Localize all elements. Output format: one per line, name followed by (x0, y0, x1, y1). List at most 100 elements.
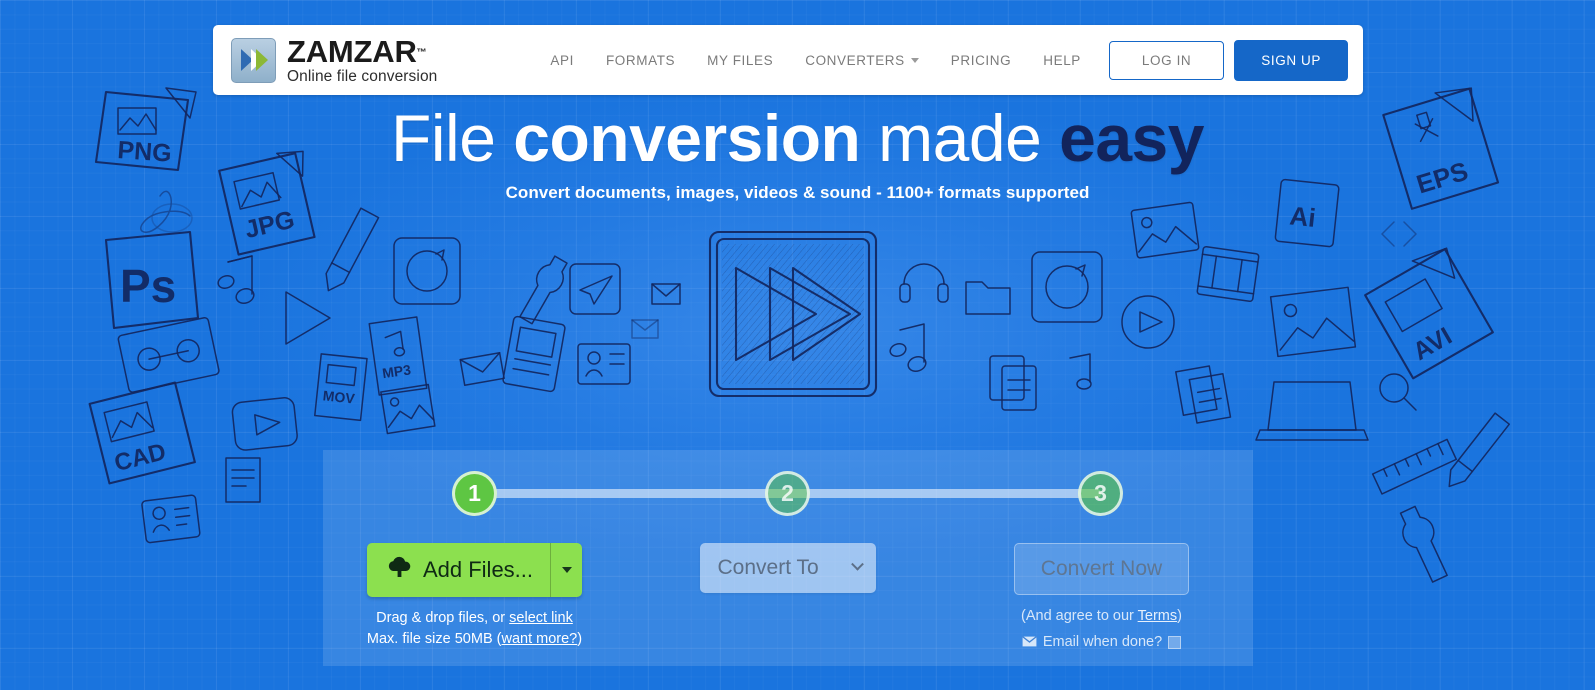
sketch-refresh-right (1031, 251, 1103, 323)
svg-text:MP3: MP3 (381, 361, 412, 381)
site-header: ZAMZAR™ Online file conversion API FORMA… (213, 25, 1363, 95)
zamzar-logo[interactable]: ZAMZAR™ Online file conversion (231, 36, 437, 85)
sketch-pen-right (1448, 412, 1511, 488)
caret-down-icon (561, 567, 572, 573)
sketch-avi-file: AVI (1364, 247, 1494, 380)
step-circle-3[interactable]: 3 (1078, 471, 1123, 516)
sketch-film-box (502, 315, 566, 393)
page-root: PNG JPG Ps MP3 MOV CAD EPS Ai AVI ZAMZAR… (0, 0, 1595, 690)
add-files-button-group[interactable]: Add Files... (366, 543, 583, 597)
fast-forward-sketch-icon (708, 230, 878, 398)
svg-text:MOV: MOV (322, 387, 356, 406)
sketch-mail-lower (631, 319, 659, 339)
nav-item-label: HELP (1043, 52, 1081, 68)
sign-up-button[interactable]: SIGN UP (1234, 39, 1348, 81)
sketch-music-note (217, 255, 255, 304)
sketch-folder-icon (965, 281, 1011, 315)
sketch-photo-frame-right (1269, 286, 1357, 358)
nav-item-formats[interactable]: FORMATS (590, 53, 691, 68)
sketch-envelope-mid (459, 351, 505, 387)
headline-part-2: conversion (513, 101, 861, 175)
max-size-text: Max. file size 50MB ( (366, 631, 502, 648)
convert-to-select[interactable]: Convert To (699, 543, 876, 593)
add-files-button[interactable]: Add Files... (367, 543, 550, 597)
double-chevron-logo-icon (231, 37, 276, 83)
step-circle-1[interactable]: 1 (452, 471, 497, 516)
logo-trademark: ™ (416, 47, 427, 59)
email-when-done-label: Email when done? (1042, 634, 1163, 651)
convert-now-button[interactable]: Convert Now (1013, 543, 1190, 595)
sketch-cassette-icon (117, 316, 220, 393)
step-circle-2[interactable]: 2 (765, 471, 810, 516)
nav-item-label: API (550, 52, 574, 68)
sketch-mp3-file: MP3 (368, 316, 428, 396)
logo-wordmark: ZAMZAR (287, 33, 417, 69)
sketch-contact-card (141, 494, 201, 544)
headline-part-1: File (391, 101, 514, 175)
sketch-play-icon (285, 291, 331, 345)
nav-item-label: PRICING (950, 52, 1012, 68)
sketch-code-icon (1381, 221, 1417, 247)
sketch-video-play-box (231, 397, 298, 451)
sketch-laptop-icon (1255, 381, 1369, 441)
logo-tagline: Online file conversion (287, 67, 438, 85)
svg-text:Ps: Ps (120, 260, 176, 312)
sketch-magnifier-icon (1379, 373, 1417, 411)
email-when-done-checkbox[interactable] (1168, 635, 1182, 649)
nav-item-label: FORMATS (605, 52, 676, 68)
sketch-headphone-icon (899, 263, 949, 303)
sketch-wrench-lower (1399, 505, 1448, 583)
nav-item-help[interactable]: HELP (1027, 53, 1097, 68)
hero-subtitle: Convert documents, images, videos & soun… (505, 182, 1090, 202)
add-files-dropdown-toggle[interactable] (550, 543, 582, 597)
add-files-hint: Drag & drop files, or select link Max. f… (323, 608, 626, 650)
svg-text:CAD: CAD (112, 438, 169, 477)
nav-item-pricing[interactable]: PRICING (935, 53, 1027, 68)
svg-text:JPG: JPG (242, 206, 297, 245)
step-3-column: Convert Now (And agree to our Terms) Ema… (950, 543, 1253, 650)
main-navigation: API FORMATS MY FILES CONVERTERS PRICING … (534, 39, 1348, 81)
sketch-music-note-right (889, 323, 927, 372)
drag-drop-text: Drag & drop files, or (376, 610, 510, 626)
step-2-column: Convert To (636, 543, 939, 593)
sketch-film-strip (1196, 245, 1260, 303)
terms-prefix: (And agree to our (1021, 608, 1138, 624)
select-link-link[interactable]: select link (509, 610, 573, 626)
step-indicator: 1 2 3 (323, 450, 1253, 550)
nav-item-converters[interactable]: CONVERTERS (789, 53, 935, 68)
want-more-link[interactable]: want more? (501, 631, 577, 647)
sketch-send-icon (569, 263, 621, 315)
sketch-ps-file: Ps (104, 230, 200, 330)
convert-to-value: Convert To (717, 556, 819, 579)
sketch-photo-card-right (1130, 201, 1200, 259)
step-1-column: Add Files... Drag & drop files, or selec… (323, 543, 626, 650)
envelope-icon (1022, 635, 1037, 650)
sketch-ruler-icon (1371, 438, 1458, 495)
sketch-wrench-icon (519, 255, 568, 325)
sketch-mov-file: MOV (314, 353, 368, 422)
cloud-upload-icon (387, 556, 412, 584)
sketch-cad-file: CAD (88, 381, 196, 485)
sketch-play-circle (1121, 295, 1175, 349)
email-when-done-row[interactable]: Email when done? (950, 634, 1253, 650)
nav-item-api[interactable]: API (534, 53, 590, 68)
svg-text:AVI: AVI (1408, 322, 1456, 366)
chevron-down-icon (850, 557, 864, 571)
terms-link[interactable]: Terms (1138, 608, 1177, 624)
nav-item-label: CONVERTERS (805, 52, 905, 68)
max-size-tail: ) (577, 631, 583, 648)
sketch-doc-small (225, 457, 261, 503)
add-files-label: Add Files... (422, 557, 534, 582)
log-in-button[interactable]: LOG IN (1108, 40, 1225, 80)
nav-item-my-files[interactable]: MY FILES (691, 53, 789, 68)
terms-hint: (And agree to our Terms) (950, 606, 1253, 627)
sketch-id-card (577, 343, 631, 385)
sketch-docs-stack (1175, 365, 1232, 424)
svg-text:Ai: Ai (1288, 200, 1317, 233)
sketch-envelope-small (651, 283, 681, 305)
sketch-clipboard-icon (989, 355, 1037, 411)
headline-part-4: easy (1059, 101, 1204, 175)
nav-item-label: MY FILES (707, 52, 774, 68)
headline-part-3: made (860, 101, 1060, 175)
drag-drop-hint-line: Drag & drop files, or select link (323, 608, 626, 629)
